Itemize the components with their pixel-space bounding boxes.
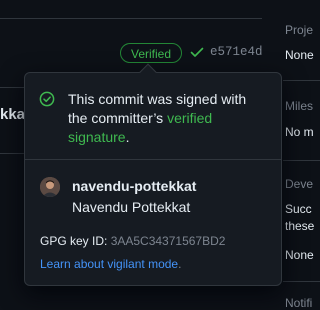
avatar-image [40, 177, 60, 197]
divider [25, 159, 281, 160]
learn-suffix: . [178, 257, 182, 271]
sidebar-development-text: Succ [285, 202, 312, 216]
commit-sha-link[interactable]: e571e4d [210, 45, 263, 59]
learn-line: Learn about vigilant mode. [40, 257, 181, 271]
gpg-key-line: GPG key ID: 3AA5C34371567BD2 [40, 234, 225, 248]
sidebar-milestone-heading[interactable]: Miles [285, 99, 313, 113]
sidebar-development-text: these [285, 219, 315, 233]
divider [0, 18, 262, 19]
committer-full-name: Navendu Pottekkat [72, 199, 191, 215]
commit-title-fragment: kka [0, 106, 26, 123]
avatar[interactable] [40, 177, 60, 197]
signature-message: This commit was signed with the committe… [68, 90, 268, 147]
gpg-key-id: 3AA5C34371567BD2 [110, 234, 226, 248]
divider [283, 281, 320, 282]
committer-username[interactable]: navendu-pottekkat [72, 178, 196, 194]
gpg-key-label: GPG key ID: [40, 234, 111, 248]
sidebar-development-heading[interactable]: Deve [285, 177, 313, 191]
verified-check-circle-icon [39, 91, 55, 107]
divider [283, 160, 320, 161]
sidebar-projects-value: None [285, 48, 314, 62]
signature-message-suffix: . [125, 129, 130, 145]
signature-message-text: This commit was signed with the committe… [68, 91, 247, 126]
vigilant-mode-link[interactable]: Learn about vigilant mode [40, 257, 178, 271]
verified-badge[interactable]: Verified [120, 43, 182, 63]
divider [283, 80, 320, 81]
sidebar-projects-heading[interactable]: Proje [285, 23, 313, 37]
verification-popover: This commit was signed with the committe… [24, 72, 282, 286]
sidebar-milestone-value: No m [285, 125, 314, 139]
sidebar-development-value: None [285, 248, 314, 262]
sidebar-notifications-heading[interactable]: Notifi [285, 296, 312, 310]
check-icon [190, 47, 204, 57]
